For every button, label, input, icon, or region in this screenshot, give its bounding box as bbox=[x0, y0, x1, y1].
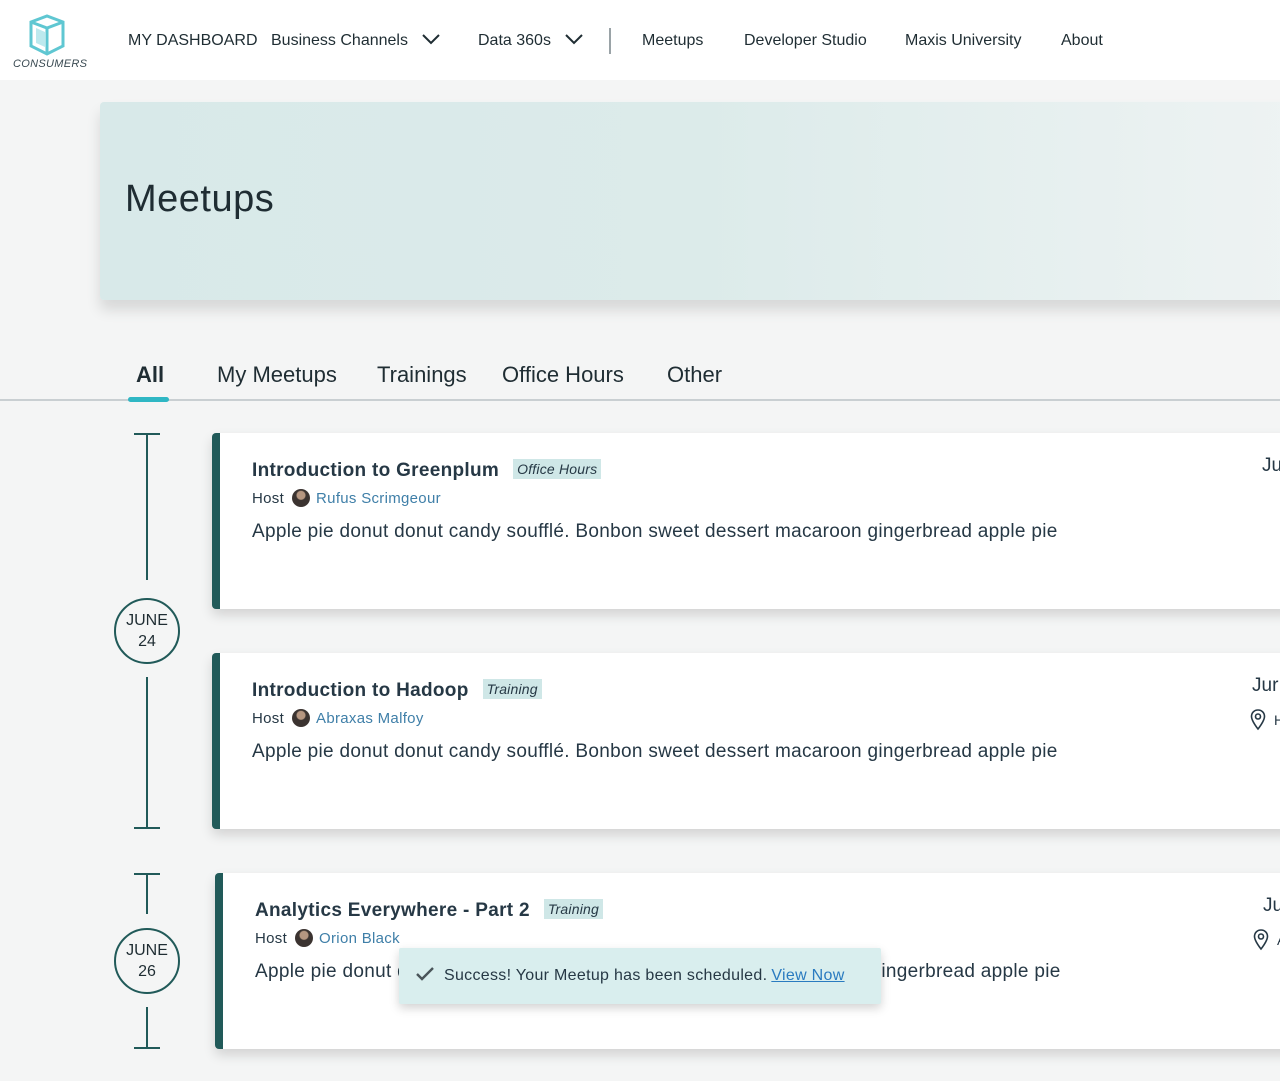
meetup-location: H bbox=[1274, 712, 1280, 728]
nav-data-360s-label: Data 360s bbox=[478, 32, 551, 49]
tab-my-meetups[interactable]: My Meetups bbox=[217, 362, 337, 388]
host-row: Host Rufus Scrimgeour bbox=[252, 489, 441, 507]
tab-all[interactable]: All bbox=[136, 362, 164, 388]
timeline-cap bbox=[134, 1047, 160, 1049]
timeline-date-june-24: JUNE 24 bbox=[114, 598, 180, 664]
timeline-line bbox=[146, 1007, 148, 1048]
host-label: Host bbox=[252, 490, 285, 507]
meetup-title-text: Analytics Everywhere - Part 2 bbox=[255, 900, 530, 921]
host-avatar bbox=[292, 709, 311, 727]
page-title: Meetups bbox=[125, 178, 275, 220]
tab-other[interactable]: Other bbox=[667, 362, 722, 388]
host-name-link[interactable]: Rufus Scrimgeour bbox=[316, 490, 441, 507]
meetup-title-text: Introduction to Hadoop bbox=[252, 680, 469, 701]
timeline-cap bbox=[134, 827, 160, 829]
date-month: JUNE bbox=[126, 612, 168, 629]
meetup-type-badge: Office Hours bbox=[513, 459, 602, 479]
meetup-date: Ju bbox=[1263, 895, 1280, 916]
meetup-type-badge: Training bbox=[543, 899, 603, 919]
host-row: Host Abraxas Malfoy bbox=[252, 709, 424, 727]
tabs-divider bbox=[0, 399, 1280, 401]
view-now-link[interactable]: View Now bbox=[771, 967, 844, 984]
active-tab-indicator bbox=[128, 397, 169, 402]
brand-logo[interactable]: CONSUMERS bbox=[12, 12, 87, 72]
nav-about[interactable]: About bbox=[1061, 30, 1103, 52]
nav-meetups[interactable]: Meetups bbox=[642, 30, 703, 52]
timeline-line bbox=[146, 873, 148, 914]
nav-data-360s[interactable]: Data 360s bbox=[478, 30, 584, 52]
toast-text: Success! Your Meetup has been scheduled. bbox=[444, 967, 768, 984]
meetup-description: Apple pie donut donut candy soufflé. Bon… bbox=[252, 521, 1058, 542]
host-label: Host bbox=[255, 930, 288, 947]
timeline-date-june-26: JUNE 26 bbox=[114, 928, 180, 994]
host-name-link[interactable]: Abraxas Malfoy bbox=[316, 710, 424, 727]
success-toast: Success! Your Meetup has been scheduled.… bbox=[399, 948, 881, 1004]
timeline-line bbox=[146, 677, 148, 828]
logo-text: CONSUMERS bbox=[13, 58, 88, 70]
map-pin-icon bbox=[1253, 929, 1269, 951]
chevron-down-icon bbox=[422, 34, 441, 45]
meetup-title[interactable]: Introduction to Greenplum Office Hours bbox=[252, 459, 602, 482]
hero-banner: Meetups bbox=[100, 102, 1280, 300]
meetup-date: Ju bbox=[1262, 455, 1280, 476]
nav-business-channels[interactable]: Business Channels bbox=[271, 30, 441, 52]
map-pin-icon bbox=[1250, 709, 1266, 731]
date-day: 24 bbox=[138, 633, 156, 650]
host-avatar bbox=[295, 929, 314, 947]
host-label: Host bbox=[252, 710, 285, 727]
host-name-link[interactable]: Orion Black bbox=[319, 930, 400, 947]
nav-maxis-university[interactable]: Maxis University bbox=[905, 30, 1021, 52]
meetup-title[interactable]: Analytics Everywhere - Part 2 Training bbox=[255, 899, 603, 922]
timeline-line bbox=[146, 433, 148, 580]
nav-my-dashboard[interactable]: MY DASHBOARD bbox=[128, 30, 258, 52]
host-row: Host Orion Black bbox=[255, 929, 400, 947]
meetup-date: Jur bbox=[1252, 675, 1279, 696]
meetup-card[interactable]: Introduction to Hadoop Training Host Abrax… bbox=[212, 653, 1280, 829]
cube-logo-icon bbox=[29, 14, 65, 56]
checkmark-icon bbox=[416, 967, 434, 981]
meetup-description: Apple pie donut donut candy soufflé. Bon… bbox=[252, 741, 1058, 762]
nav-developer-studio[interactable]: Developer Studio bbox=[744, 30, 867, 52]
nav-business-channels-label: Business Channels bbox=[271, 32, 408, 49]
tab-office-hours[interactable]: Office Hours bbox=[502, 362, 624, 388]
toast-message: Success! Your Meetup has been scheduled.… bbox=[444, 967, 845, 985]
date-day: 26 bbox=[138, 963, 156, 980]
tab-trainings[interactable]: Trainings bbox=[377, 362, 467, 388]
meetup-title[interactable]: Introduction to Hadoop Training bbox=[252, 679, 542, 702]
meetup-card[interactable]: Introduction to Greenplum Office Hours Ho… bbox=[212, 433, 1280, 609]
date-month: JUNE bbox=[126, 942, 168, 959]
top-nav: CONSUMERS MY DASHBOARD Business Channels… bbox=[0, 0, 1280, 80]
host-avatar bbox=[292, 489, 311, 507]
meetup-type-badge: Training bbox=[482, 679, 542, 699]
chevron-down-icon bbox=[565, 34, 584, 45]
meetup-title-text: Introduction to Greenplum bbox=[252, 460, 500, 481]
nav-divider bbox=[609, 28, 611, 54]
